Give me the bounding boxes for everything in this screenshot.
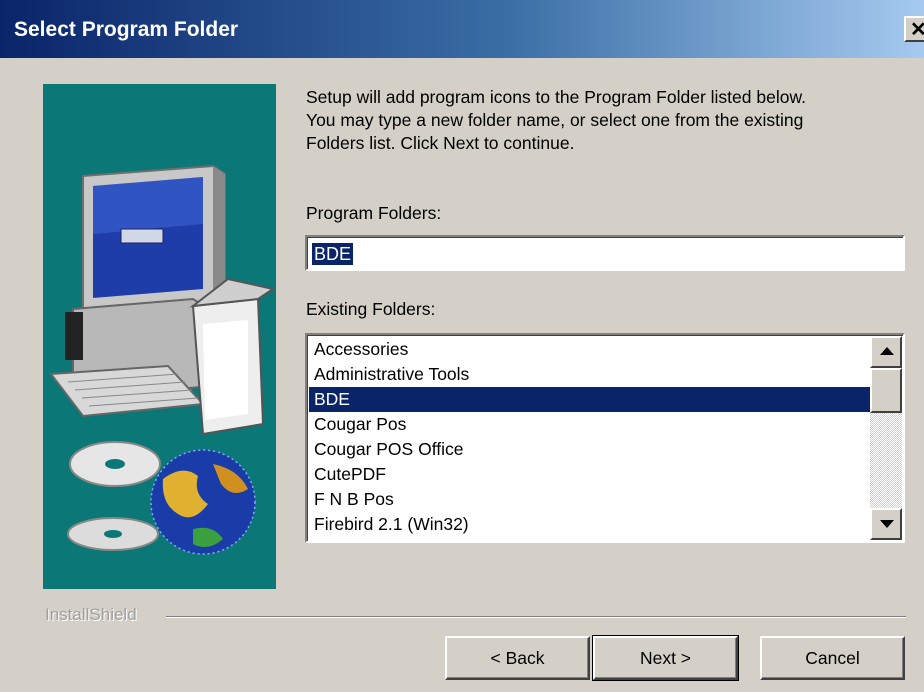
cancel-button[interactable]: Cancel — [760, 636, 905, 680]
list-item[interactable]: Accessories — [309, 337, 873, 362]
setup-illustration — [43, 84, 276, 589]
list-item[interactable]: Firebird 2.1 (Win32) — [309, 512, 873, 537]
program-folder-value: BDE — [312, 243, 354, 265]
scroll-down-button[interactable] — [870, 508, 902, 540]
vertical-scrollbar[interactable] — [870, 336, 902, 540]
scroll-up-button[interactable] — [870, 336, 902, 368]
program-folders-label: Program Folders: — [306, 203, 442, 223]
scroll-down-icon — [880, 520, 894, 528]
existing-folders-label: Existing Folders: — [306, 299, 436, 319]
list-item[interactable]: F N B Pos — [309, 487, 873, 512]
instructions-text: Setup will add program icons to the Prog… — [306, 87, 806, 153]
list-item[interactable]: Administrative Tools — [309, 362, 873, 387]
footer-divider — [166, 616, 906, 618]
back-button[interactable]: < Back — [445, 636, 590, 680]
close-icon: ✕ — [910, 19, 924, 41]
cd-disc-icon — [67, 441, 161, 551]
existing-folders-list[interactable]: Accessories Administrative Tools BDE Cou… — [305, 333, 905, 543]
window-title: Select Program Folder — [14, 18, 239, 41]
close-button[interactable]: ✕ — [904, 16, 924, 42]
scroll-up-icon — [880, 347, 894, 355]
installshield-brand: InstallShield — [45, 605, 137, 624]
list-item-selected[interactable]: BDE — [309, 387, 873, 412]
globe-icon — [150, 449, 256, 555]
program-folder-input[interactable]: BDE — [305, 235, 905, 271]
computer-illustration — [49, 164, 276, 555]
list-item[interactable]: CutePDF — [309, 462, 873, 487]
list-item[interactable]: Cougar Pos — [309, 412, 873, 437]
scrollbar-thumb[interactable] — [870, 368, 902, 413]
list-item[interactable]: Cougar POS Office — [309, 437, 873, 462]
title-bar[interactable]: Select Program Folder ✕ — [0, 0, 924, 58]
next-button[interactable]: Next > — [592, 635, 739, 681]
